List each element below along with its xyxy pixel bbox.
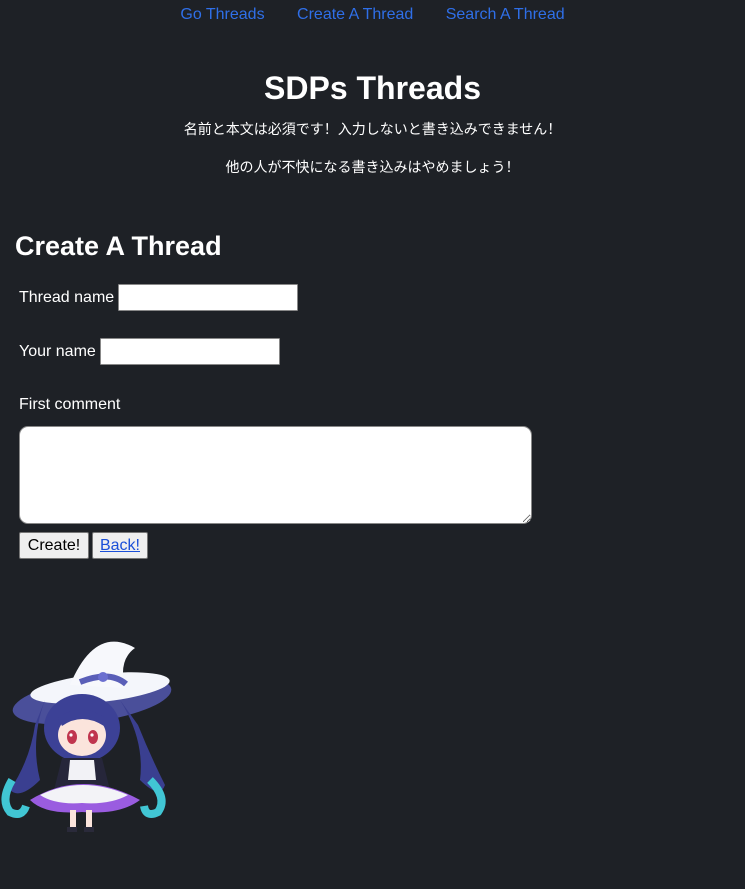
witch-girl-mascot-icon — [1, 641, 172, 832]
back-link[interactable]: Back! — [100, 537, 140, 554]
nav-search-thread-link[interactable]: Search A Thread — [446, 5, 565, 25]
nav-go-threads-link[interactable]: Go Threads — [180, 5, 264, 25]
back-button[interactable]: Back! — [92, 532, 148, 559]
your-name-label: Your name — [19, 342, 96, 360]
thread-name-input[interactable] — [118, 284, 299, 311]
first-comment-textarea[interactable] — [19, 426, 532, 524]
create-button[interactable]: Create! — [19, 532, 89, 559]
form-heading: Create A Thread — [15, 231, 222, 261]
nav-create-thread-link[interactable]: Create A Thread — [297, 5, 413, 25]
page-title: SDPs Threads — [264, 70, 481, 106]
thread-name-row: Thread name — [19, 284, 299, 311]
first-comment-label: First comment — [19, 396, 121, 413]
thread-name-label: Thread name — [19, 288, 115, 306]
your-name-input[interactable] — [99, 338, 280, 365]
your-name-row: Your name — [19, 338, 280, 365]
top-navigation: Go Threads Create A Thread Search A Thre… — [0, 5, 745, 25]
notice-required: 名前と本文は必須です！入力しないと書き込みできません！ — [183, 121, 562, 137]
notice-manners: 他の人が不快になる書き込みはやめましょう！ — [225, 159, 520, 175]
